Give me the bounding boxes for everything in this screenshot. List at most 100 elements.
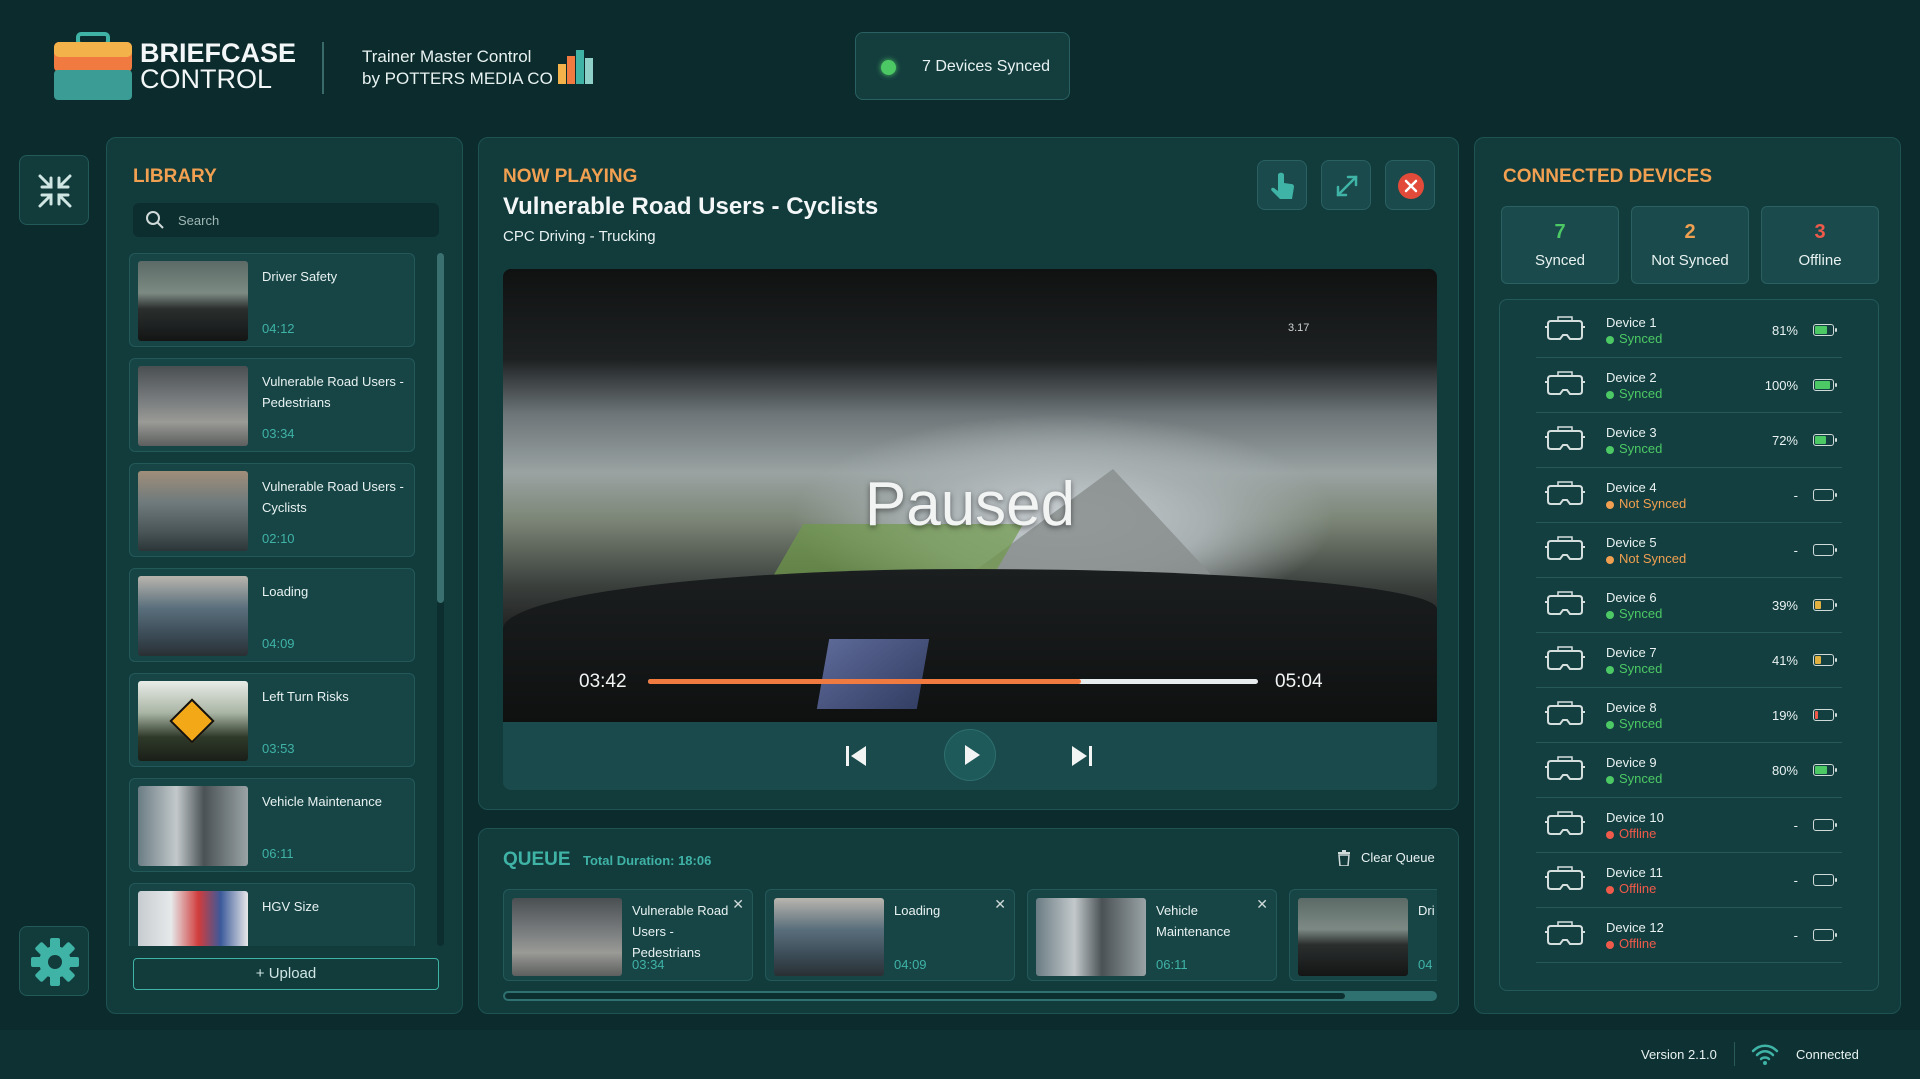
previous-icon[interactable] — [843, 743, 869, 769]
progress-track[interactable] — [648, 679, 1258, 684]
device-status-label: Offline — [1619, 826, 1657, 841]
video-player[interactable]: 3.17 Paused 03:42 05:04 — [503, 269, 1437, 722]
brand-divider — [322, 42, 324, 94]
vr-headset-icon — [1545, 921, 1585, 945]
play-button[interactable] — [945, 730, 995, 780]
player-controls — [503, 722, 1437, 790]
connection-status: Connected — [1796, 1047, 1859, 1062]
status-dot-icon — [1606, 500, 1614, 509]
queue-scrollbar-thumb[interactable] — [505, 993, 1345, 999]
device-battery-percent: 19% — [1771, 708, 1798, 723]
battery-icon — [1813, 324, 1837, 336]
search-field[interactable]: Search — [133, 203, 439, 237]
search-input[interactable]: Search — [178, 213, 219, 228]
battery-icon — [1813, 929, 1837, 941]
library-item-duration: 04:12 — [262, 321, 295, 336]
time-current: 03:42 — [579, 671, 627, 692]
library-item-duration: 03:53 — [262, 741, 295, 756]
queue-item[interactable]: Dri 04 — [1289, 889, 1437, 981]
queue-item-title: Vehicle Maintenance — [1156, 903, 1231, 939]
device-row[interactable]: Device 6 Synced 39% — [1536, 578, 1842, 633]
queue-item-duration: 06:11 — [1156, 957, 1188, 972]
vr-headset-icon — [1545, 481, 1585, 505]
library-list: Driver Safety 04:12 Vulnerable Road User… — [107, 253, 464, 946]
device-status-label: Synced — [1619, 606, 1663, 621]
library-item[interactable]: Driver Safety 04:12 — [129, 253, 415, 347]
video-thumbnail — [1036, 898, 1146, 976]
expand-button[interactable] — [1321, 160, 1371, 210]
now-playing-subtitle: CPC Driving - Trucking — [503, 228, 656, 245]
queue-item-title: Dri — [1418, 903, 1435, 918]
upload-button[interactable]: + Upload — [133, 958, 439, 990]
queue-item-close-icon[interactable]: ✕ — [1256, 896, 1268, 913]
stat-synced[interactable]: 7 Synced — [1501, 206, 1619, 284]
device-status: Synced — [1606, 386, 1662, 401]
stop-button[interactable] — [1385, 160, 1435, 210]
device-row[interactable]: Device 7 Synced 41% — [1536, 633, 1842, 688]
close-circle-icon — [1398, 173, 1424, 199]
device-status-label: Synced — [1619, 441, 1663, 456]
video-thumbnail — [512, 898, 622, 976]
device-status: Synced — [1606, 771, 1662, 786]
battery-fill — [1815, 601, 1821, 609]
device-row[interactable]: Device 1 Synced 81% — [1536, 303, 1842, 358]
paused-overlay: Paused — [864, 470, 1076, 539]
battery-fill — [1815, 436, 1826, 444]
device-row[interactable]: Device 9 Synced 80% — [1536, 743, 1842, 798]
device-row[interactable]: Device 10 Offline - — [1536, 798, 1842, 853]
library-item-title: Vulnerable Road Users - Cyclists — [262, 479, 404, 515]
expand-icon — [1336, 175, 1358, 197]
device-row[interactable]: Device 3 Synced 72% — [1536, 413, 1842, 468]
queue-item[interactable]: Loading 04:09 ✕ — [765, 889, 1015, 981]
status-dot-icon — [1606, 665, 1614, 674]
queue-item[interactable]: Vulnerable Road Users - Pedestrians 03:3… — [503, 889, 753, 981]
device-row[interactable]: Device 8 Synced 19% — [1536, 688, 1842, 743]
next-icon[interactable] — [1069, 743, 1095, 769]
device-row[interactable]: Device 5 Not Synced - — [1536, 523, 1842, 578]
library-item[interactable]: Vulnerable Road Users - Cyclists 02:10 — [129, 463, 415, 557]
stat-not-synced[interactable]: 2 Not Synced — [1631, 206, 1749, 284]
wifi-icon — [1751, 1044, 1779, 1065]
library-item[interactable]: Left Turn Risks 03:53 — [129, 673, 415, 767]
touch-control-button[interactable] — [1257, 160, 1307, 210]
battery-icon — [1813, 764, 1837, 776]
now-playing-title: Vulnerable Road Users - Cyclists — [503, 193, 879, 220]
device-row[interactable]: Device 2 Synced 100% — [1536, 358, 1842, 413]
library-scrollbar[interactable] — [437, 253, 444, 946]
battery-fill — [1815, 711, 1818, 719]
library-item[interactable]: HGV Size — [129, 883, 415, 946]
device-name: Device 11 — [1606, 865, 1663, 880]
video-thumbnail — [138, 366, 248, 446]
vr-headset-icon — [1545, 536, 1585, 560]
queue-item-close-icon[interactable]: ✕ — [994, 896, 1006, 913]
video-thumbnail — [1298, 898, 1408, 976]
stat-offline[interactable]: 3 Offline — [1761, 206, 1879, 284]
device-row[interactable]: Device 4 Not Synced - — [1536, 468, 1842, 523]
status-dot-icon — [1606, 555, 1614, 564]
device-status: Synced — [1606, 661, 1662, 676]
library-scrollbar-thumb[interactable] — [437, 253, 444, 603]
library-item-title: Driver Safety — [262, 269, 338, 284]
queue-item[interactable]: Vehicle Maintenance 06:11 ✕ — [1027, 889, 1277, 981]
collapse-button[interactable] — [19, 155, 89, 225]
library-item[interactable]: Vehicle Maintenance 06:11 — [129, 778, 415, 872]
device-name: Device 6 — [1606, 590, 1657, 605]
queue-scrollbar[interactable] — [503, 991, 1437, 1001]
settings-button[interactable] — [19, 926, 89, 996]
library-item[interactable]: Vulnerable Road Users - Pedestrians 03:3… — [129, 358, 415, 452]
device-status: Synced — [1606, 331, 1662, 346]
brand-subtitle: Trainer Master Control by POTTERS MEDIA … — [362, 46, 553, 90]
device-row[interactable]: Device 11 Offline - — [1536, 853, 1842, 908]
device-name: Device 8 — [1606, 700, 1657, 715]
brand-sub1: Trainer Master Control — [362, 47, 532, 66]
vr-headset-icon — [1545, 646, 1585, 670]
potters-logo-icon — [558, 50, 594, 84]
hand-pointer-icon — [1271, 172, 1294, 199]
library-item-title: Loading — [262, 584, 309, 599]
device-row[interactable]: Device 12 Offline - — [1536, 908, 1842, 963]
version-label: Version 2.1.0 — [1641, 1047, 1717, 1062]
queue-item-close-icon[interactable]: ✕ — [732, 896, 744, 913]
library-item[interactable]: Loading 04:09 — [129, 568, 415, 662]
device-battery-percent: 81% — [1771, 323, 1798, 338]
stat-offline-label: Offline — [1798, 252, 1842, 269]
